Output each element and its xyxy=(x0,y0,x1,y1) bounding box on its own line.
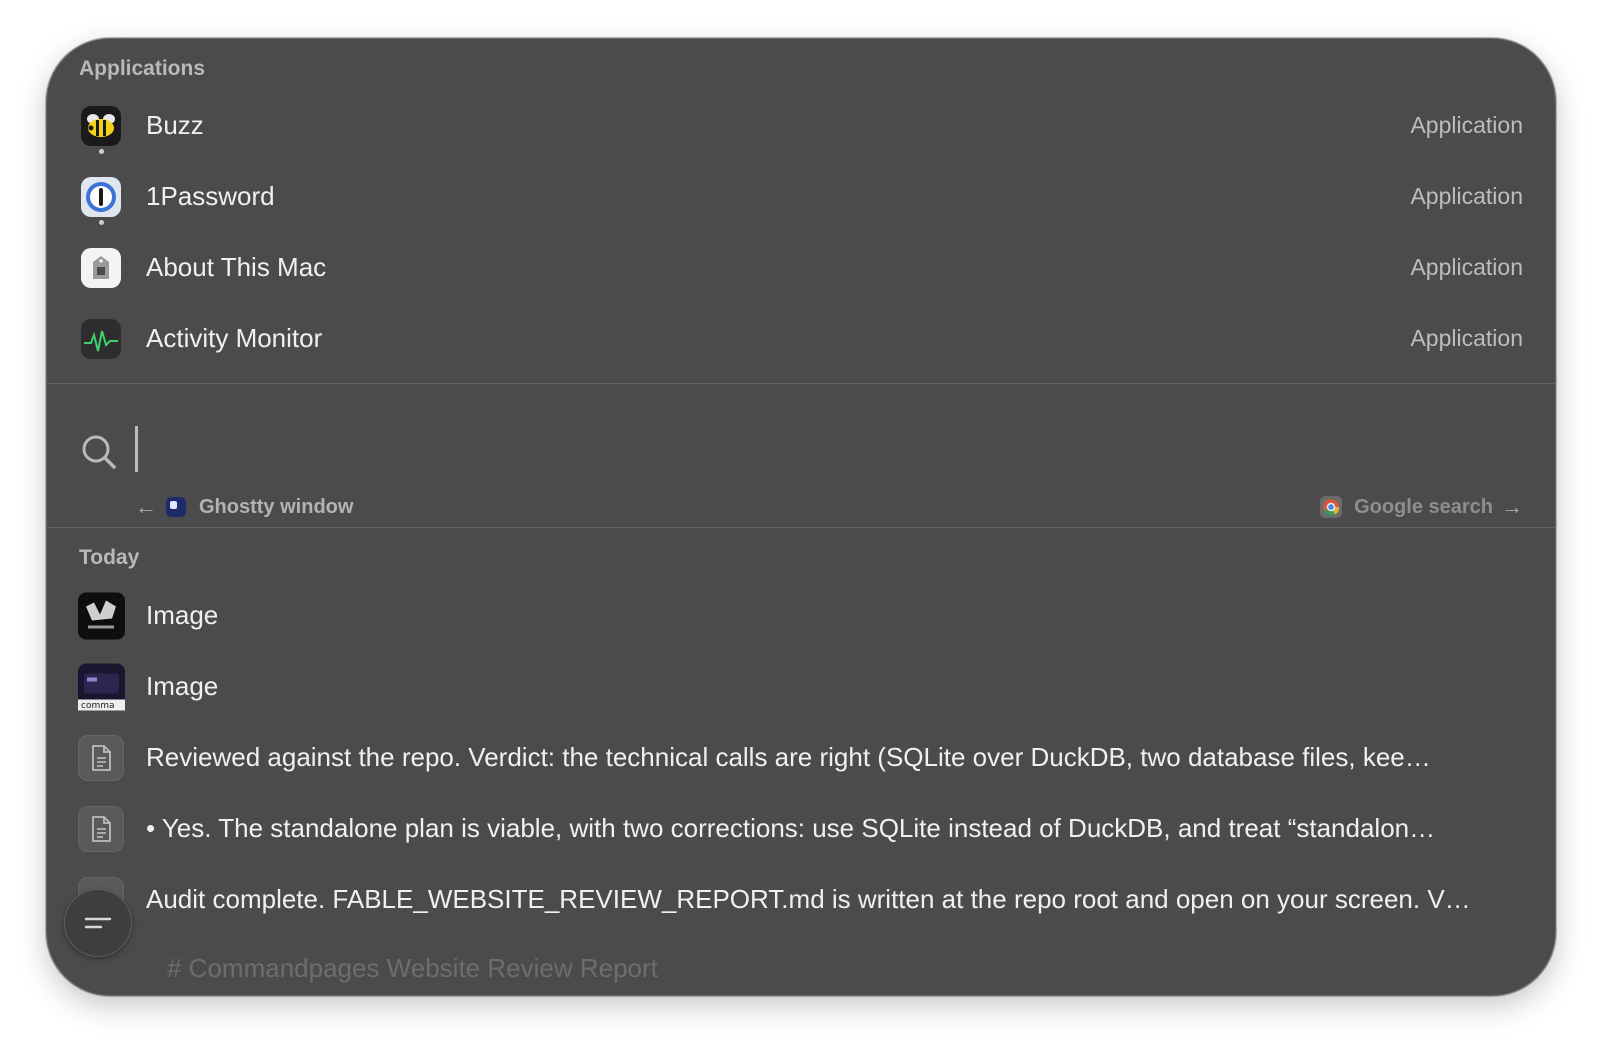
ghostty-icon xyxy=(165,496,187,518)
actions-menu-button[interactable] xyxy=(64,889,132,957)
result-text: Reviewed against the repo. Verdict: the … xyxy=(146,742,1431,772)
back-to-ghostty-button[interactable]: ← Ghostty window xyxy=(135,494,353,520)
result-row-image[interactable]: Image xyxy=(47,580,1555,651)
text-caret xyxy=(135,426,138,472)
result-kind: Application xyxy=(1410,183,1523,209)
menu-lines-icon xyxy=(84,917,112,929)
result-text: Audit complete. FABLE_WEBSITE_REVIEW_REP… xyxy=(146,884,1471,914)
result-name: Activity Monitor xyxy=(146,323,323,353)
result-kind: Application xyxy=(1410,254,1523,280)
result-row-text[interactable]: Audit complete. FABLE_WEBSITE_REVIEW_REP… xyxy=(47,864,1555,935)
heartbeat-icon xyxy=(79,317,123,361)
result-row-text[interactable]: Reviewed against the repo. Verdict: the … xyxy=(47,722,1555,793)
result-text: Image xyxy=(146,600,219,630)
result-text: Image xyxy=(146,671,219,701)
result-row-activity-monitor[interactable]: Activity Monitor Application xyxy=(47,303,1555,374)
mac-icon xyxy=(79,246,123,290)
thumb-caption: comma xyxy=(81,701,115,711)
launcher-window: Applications Buzz Application 1Password … xyxy=(46,38,1556,996)
search-input[interactable] xyxy=(142,424,1446,476)
image-thumbnail: comma xyxy=(78,663,125,711)
arrow-right-icon: → xyxy=(1501,494,1523,519)
result-kind: Application xyxy=(1410,325,1523,351)
search-icon xyxy=(79,432,119,472)
back-label: Ghostty window xyxy=(199,495,354,518)
running-indicator xyxy=(99,220,104,225)
chrome-icon xyxy=(1320,496,1343,518)
result-name: About This Mac xyxy=(146,252,327,282)
search-bar: ← Ghostty window Google search → xyxy=(47,384,1555,527)
keyhole-icon xyxy=(79,175,123,219)
result-name: Buzz xyxy=(146,110,204,140)
result-kind: Application xyxy=(1410,112,1523,138)
bee-icon xyxy=(79,104,123,148)
result-text: • Yes. The standalone plan is viable, wi… xyxy=(146,813,1436,843)
divider xyxy=(47,527,1555,528)
result-name: 1Password xyxy=(146,181,275,211)
today-header: Today xyxy=(79,546,140,569)
result-row-1password[interactable]: 1Password Application xyxy=(47,161,1555,232)
running-indicator xyxy=(99,149,104,154)
result-row-buzz[interactable]: Buzz Application xyxy=(47,90,1555,161)
result-row-about-this-mac[interactable]: About This Mac Application xyxy=(47,232,1555,303)
result-row-image[interactable]: comma Image xyxy=(47,651,1555,722)
forward-label: Google search xyxy=(1354,495,1493,518)
result-row-text[interactable]: • Yes. The standalone plan is viable, wi… xyxy=(47,793,1555,864)
document-icon xyxy=(78,805,124,852)
document-icon xyxy=(78,734,124,781)
google-search-button[interactable]: Google search → xyxy=(1320,494,1523,520)
image-thumbnail xyxy=(78,592,125,639)
arrow-left-icon: ← xyxy=(135,494,157,519)
applications-header: Applications xyxy=(79,57,206,80)
partial-result-text: # Commandpages Website Review Report xyxy=(167,953,658,983)
